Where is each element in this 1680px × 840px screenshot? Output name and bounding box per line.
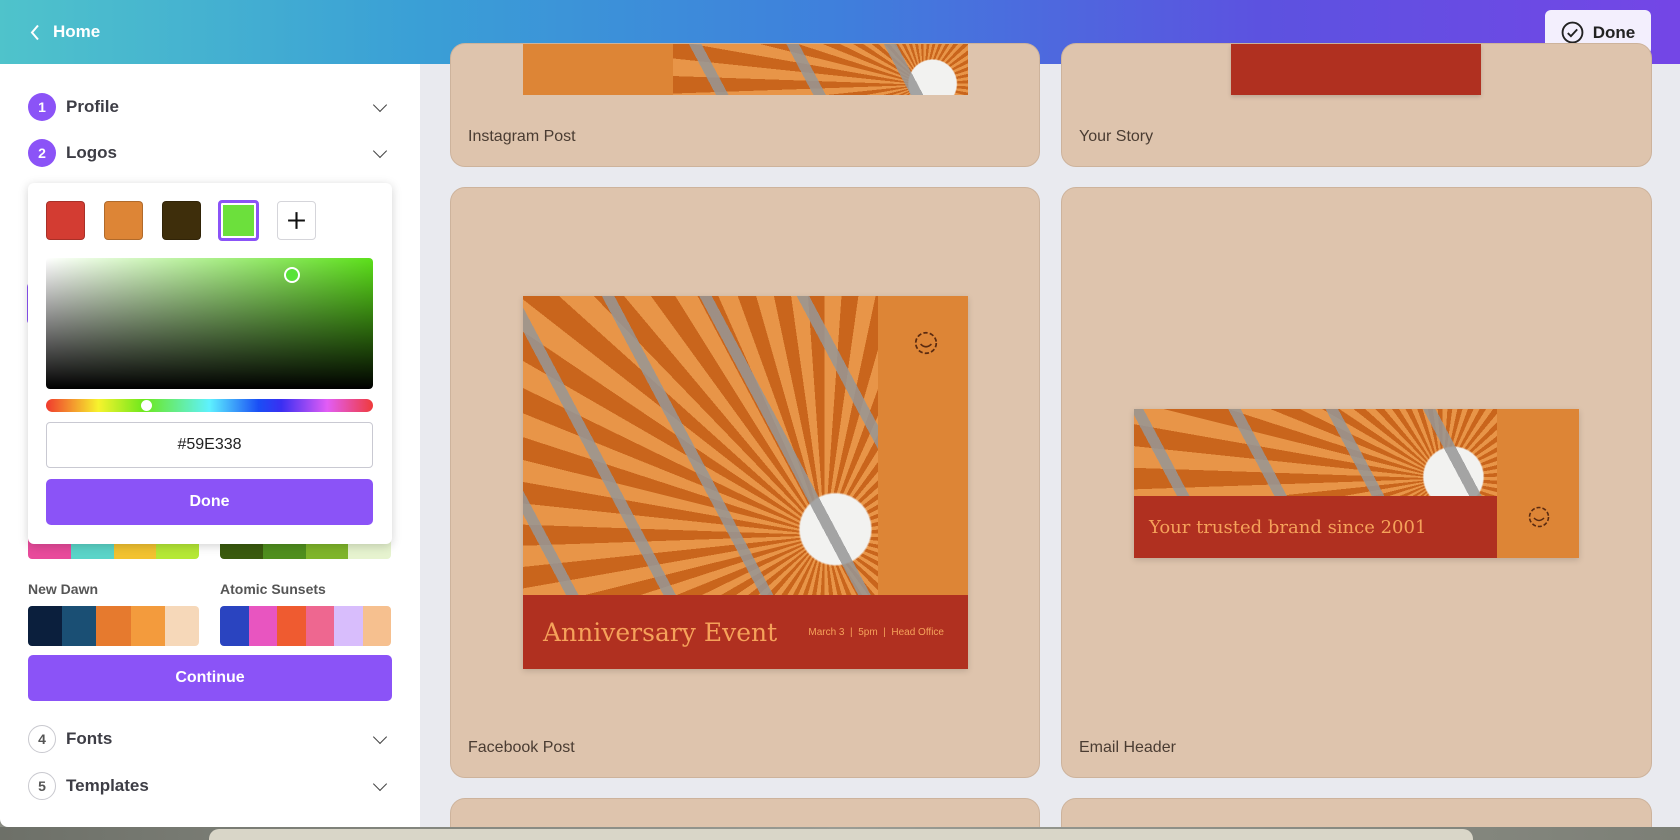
template-thumbnail-photo: [1134, 409, 1497, 496]
hue-slider[interactable]: [46, 399, 373, 412]
brand-logo-icon: [914, 331, 938, 355]
home-back-button[interactable]: Home: [30, 19, 100, 45]
step-label: Fonts: [66, 729, 113, 748]
home-label: Home: [53, 22, 101, 41]
color-swatch[interactable]: [162, 201, 201, 240]
color-swatch[interactable]: [46, 201, 85, 240]
step-number: 1: [28, 93, 56, 121]
palette-color: [305, 606, 334, 646]
template-details: March 3 | 5pm | Head Office: [808, 626, 944, 638]
template-thumbnail-panel: [523, 44, 673, 95]
picker-done-button[interactable]: Done: [46, 479, 373, 525]
template-label: Your Story: [1079, 128, 1154, 145]
hex-color-input[interactable]: [46, 422, 373, 468]
step-fonts[interactable]: 4 Fonts: [28, 724, 392, 754]
template-text-band: Anniversary Event March 3 | 5pm | Head O…: [523, 595, 968, 669]
step-profile[interactable]: 1 Profile: [28, 92, 392, 122]
palette-name: Atomic Sunsets: [220, 581, 326, 597]
plus-icon: [288, 212, 305, 229]
continue-button[interactable]: Continue: [28, 655, 392, 701]
step-number: 5: [28, 772, 56, 800]
palette-new-dawn[interactable]: [28, 606, 199, 646]
step-logos[interactable]: 2 Logos: [28, 138, 392, 168]
palette-atomic-sunsets[interactable]: [220, 606, 391, 646]
step-number: 4: [28, 725, 56, 753]
step-label: Profile: [66, 97, 119, 116]
palette-color: [334, 606, 363, 646]
brand-logo-icon: [1528, 506, 1550, 528]
template-thumbnail-panel: [878, 296, 968, 595]
template-label: Facebook Post: [468, 739, 575, 756]
palette-color: [248, 606, 277, 646]
desktop-background: [0, 827, 1680, 840]
palette-color: [28, 606, 63, 646]
app-window: Home Done 1 Profile 2 Logos New Dawn Ato…: [0, 0, 1680, 840]
color-swatch-selected[interactable]: [218, 200, 259, 241]
chevron-down-icon: [372, 776, 388, 791]
step-number: 2: [28, 139, 56, 167]
dock: [209, 829, 1473, 840]
color-swatch[interactable]: [104, 201, 143, 240]
palette-color: [362, 606, 391, 646]
palette-color: [96, 606, 131, 646]
palette-color: [62, 606, 97, 646]
palette-color: [130, 606, 165, 646]
template-card-your-story[interactable]: Your Story: [1061, 43, 1652, 167]
palette-color: [277, 606, 306, 646]
add-color-button[interactable]: [277, 201, 316, 240]
template-card-instagram-post[interactable]: Instagram Post: [450, 43, 1040, 167]
template-thumbnail-photo: [673, 44, 968, 95]
template-label: Instagram Post: [468, 128, 576, 145]
facebook-post-thumbnail: Anniversary Event March 3 | 5pm | Head O…: [523, 296, 968, 669]
color-picker-popover: Done: [28, 183, 392, 544]
chevron-down-icon: [372, 729, 388, 744]
done-label: Done: [1592, 22, 1636, 42]
template-headline: Your trusted brand since 2001: [1149, 516, 1427, 538]
step-templates[interactable]: 5 Templates: [28, 771, 392, 801]
chevron-down-icon: [372, 97, 388, 112]
step-label: Logos: [66, 143, 117, 162]
template-preview-grid: Instagram Post Your Story Anniversary Ev…: [420, 43, 1680, 840]
hue-slider-thumb[interactable]: [141, 400, 152, 411]
template-text-band: Your trusted brand since 2001: [1134, 496, 1497, 558]
template-thumbnail-panel: [1231, 44, 1481, 95]
chevron-left-icon: [30, 24, 39, 40]
chevron-down-icon: [372, 143, 388, 158]
check-circle-icon: [1561, 21, 1584, 44]
template-card-email-header[interactable]: Your trusted brand since 2001 Email Head…: [1061, 187, 1652, 778]
email-header-thumbnail: Your trusted brand since 2001: [1134, 409, 1579, 558]
color-cursor-handle[interactable]: [284, 267, 300, 283]
palette-name: New Dawn: [28, 581, 99, 597]
palette-color: [220, 606, 249, 646]
template-thumbnail-panel: [1497, 409, 1579, 558]
saturation-value-area[interactable]: [46, 258, 373, 389]
template-headline: Anniversary Event: [543, 617, 778, 647]
template-label: Email Header: [1079, 739, 1176, 756]
step-label: Templates: [66, 776, 149, 795]
template-thumbnail-photo: [523, 296, 878, 595]
template-card-facebook-post[interactable]: Anniversary Event March 3 | 5pm | Head O…: [450, 187, 1040, 778]
palette-color: [164, 606, 199, 646]
